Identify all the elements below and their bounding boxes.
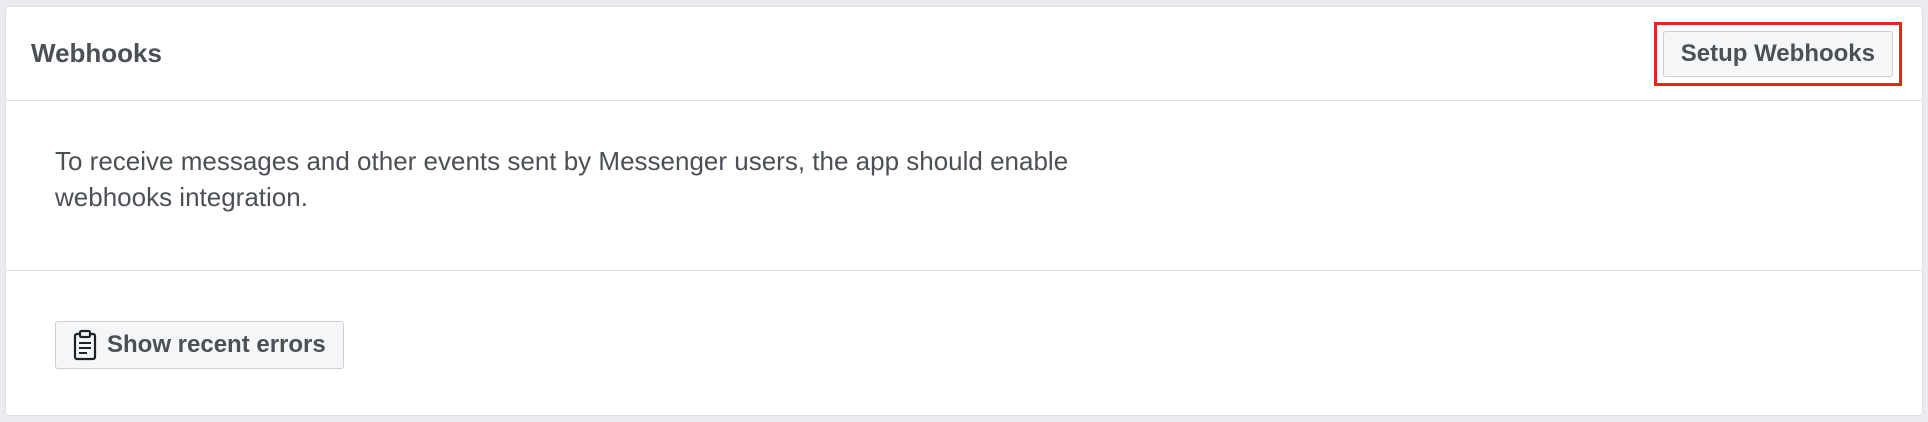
clipboard-icon: [73, 329, 97, 361]
description-line-2: webhooks integration.: [55, 182, 308, 212]
setup-webhooks-button[interactable]: Setup Webhooks: [1662, 30, 1893, 77]
panel-title: Webhooks: [31, 38, 162, 68]
panel-description: To receive messages and other events sen…: [55, 143, 1255, 215]
panel-footer-section: Show recent errors: [6, 271, 1922, 369]
panel-description-section: To receive messages and other events sen…: [6, 101, 1922, 271]
webhooks-panel: Webhooks Setup Webhooks To receive messa…: [5, 6, 1923, 416]
setup-webhooks-highlight: Setup Webhooks: [1653, 21, 1902, 86]
show-recent-errors-label: Show recent errors: [107, 331, 326, 358]
setup-webhooks-button-label: Setup Webhooks: [1680, 39, 1875, 67]
description-line-1: To receive messages and other events sen…: [55, 146, 1069, 176]
show-recent-errors-button[interactable]: Show recent errors: [55, 321, 344, 369]
panel-header: Webhooks Setup Webhooks: [6, 7, 1922, 101]
